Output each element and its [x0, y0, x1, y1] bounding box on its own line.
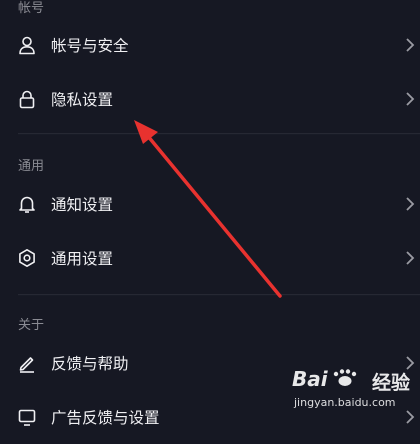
settings-item-label: 帐号与安全 [51, 37, 129, 55]
settings-item-label: 隐私设置 [51, 91, 114, 109]
edit-icon [19, 357, 34, 373]
settings-item-privacy[interactable]: 隐私设置 [0, 72, 420, 126]
chevron-right-icon [406, 197, 415, 211]
section-header-general: 通用 [18, 159, 45, 174]
chevron-right-icon [406, 38, 415, 52]
watermark-url: jingyan.baidu.com [294, 396, 396, 409]
settings-item-label: 通知设置 [51, 196, 114, 214]
screen-icon [18, 409, 36, 426]
settings-item-account-security[interactable]: 帐号与安全 [0, 18, 420, 72]
svg-text:Bai: Bai [292, 367, 329, 391]
lock-icon [19, 90, 35, 109]
watermark-brand: 经验 [372, 372, 411, 394]
settings-item-label: 通用设置 [51, 250, 114, 268]
settings-item-label: 反馈与帮助 [51, 355, 129, 373]
person-icon [19, 36, 35, 55]
baidu-logo-icon: Bai [292, 367, 357, 391]
section-header-about: 关于 [18, 318, 45, 333]
baidu-jingyan-watermark: Bai 经验 jingyan.baidu.com [292, 364, 412, 416]
section-header-account: 帐号 [18, 1, 45, 16]
gear-icon [19, 249, 35, 267]
settings-item-notifications[interactable]: 通知设置 [0, 177, 420, 231]
settings-item-label: 广告反馈与设置 [51, 409, 160, 427]
bell-icon [19, 196, 35, 213]
chevron-right-icon [406, 92, 415, 106]
section-divider [18, 133, 420, 135]
settings-item-general[interactable]: 通用设置 [0, 231, 420, 285]
section-divider [18, 294, 420, 296]
chevron-right-icon [406, 251, 415, 265]
